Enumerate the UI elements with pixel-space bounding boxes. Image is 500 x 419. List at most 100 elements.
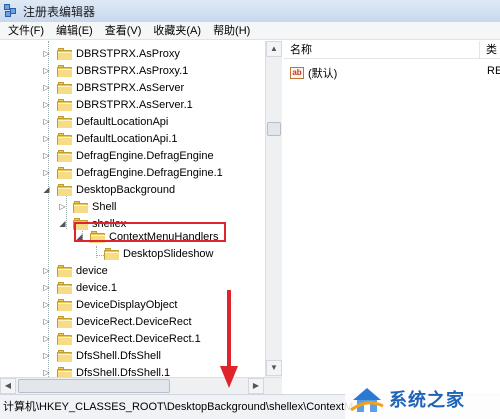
- menu-bar: 文件(F) 编辑(E) 查看(V) 收藏夹(A) 帮助(H): [0, 22, 500, 40]
- tree-item[interactable]: ▷ DBRSTPRX.AsProxy: [42, 45, 180, 62]
- tree-item-label: DefaultLocationApi: [76, 115, 169, 128]
- folder-icon: [57, 132, 72, 145]
- tree-item[interactable]: ▷ DefragEngine.DefragEngine.1: [42, 164, 223, 181]
- menu-file[interactable]: 文件(F): [2, 22, 50, 40]
- tree-item[interactable]: ▷ DBRSTPRX.AsServer: [42, 79, 184, 96]
- chevron-right-icon[interactable]: ▷: [42, 117, 51, 126]
- chevron-right-icon[interactable]: ▷: [42, 368, 51, 377]
- tree-item-label: DefragEngine.DefragEngine.1: [76, 166, 223, 179]
- tree-item-label: DBRSTPRX.AsProxy: [76, 47, 180, 60]
- tree-item-label: DesktopBackground: [76, 183, 176, 196]
- values-pane[interactable]: 名称 类 ab (默认) RE: [284, 41, 500, 394]
- value-row[interactable]: ab (默认): [290, 65, 337, 81]
- folder-icon: [57, 47, 72, 60]
- folder-icon: [73, 200, 88, 213]
- tree-item[interactable]: ◢ DesktopBackground: [42, 181, 175, 198]
- chevron-right-icon[interactable]: ▷: [42, 283, 51, 292]
- annotation-arrow-icon: [220, 290, 238, 388]
- column-header-type[interactable]: 类: [480, 41, 500, 59]
- menu-help[interactable]: 帮助(H): [207, 22, 256, 40]
- tree-item[interactable]: ▷ device: [42, 262, 108, 279]
- watermark-text: 系统之家: [389, 389, 465, 410]
- tree-item-label: DfsShell.DfsShell.1: [76, 366, 171, 378]
- tree-item-label: DeviceDisplayObject: [76, 298, 178, 311]
- watermark: 系统之家: [345, 378, 500, 419]
- window-title: 注册表编辑器: [23, 4, 96, 19]
- tree-vertical-scrollbar[interactable]: ▲ ▼: [265, 41, 282, 377]
- tree-item[interactable]: ▷ DefaultLocationApi: [42, 113, 168, 130]
- folder-icon: [57, 183, 72, 196]
- tree-item-label: device.1: [76, 281, 117, 294]
- tree-item[interactable]: ▷ DeviceRect.DeviceRect.1: [42, 330, 201, 347]
- highlight-box: [74, 222, 226, 242]
- chevron-right-icon[interactable]: ▷: [42, 300, 51, 309]
- folder-icon: [57, 115, 72, 128]
- menu-edit[interactable]: 编辑(E): [50, 22, 99, 40]
- status-path: 计算机\HKEY_CLASSES_ROOT\DesktopBackground\…: [3, 401, 354, 413]
- tree-horizontal-scrollbar[interactable]: ◀ ▶: [0, 377, 282, 394]
- folder-icon: [57, 166, 72, 179]
- chevron-right-icon[interactable]: ▷: [42, 168, 51, 177]
- chevron-down-icon[interactable]: ◢: [42, 185, 51, 194]
- chevron-right-icon[interactable]: ▷: [58, 202, 67, 211]
- tree-item-label: DeviceRect.DeviceRect: [76, 315, 192, 328]
- folder-icon: [57, 298, 72, 311]
- title-bar: 注册表编辑器: [0, 0, 500, 22]
- chevron-right-icon[interactable]: ▷: [42, 351, 51, 360]
- regedit-app-icon: [4, 4, 18, 18]
- tree-item-label: DeviceRect.DeviceRect.1: [76, 332, 201, 345]
- folder-icon: [57, 98, 72, 111]
- chevron-right-icon[interactable]: ▷: [42, 83, 51, 92]
- folder-icon: [57, 64, 72, 77]
- tree-item[interactable]: ▷ Shell: [58, 198, 116, 215]
- scroll-thumb[interactable]: [267, 122, 281, 136]
- column-header-name[interactable]: 名称: [284, 41, 480, 59]
- folder-icon: [57, 349, 72, 362]
- tree-item-label: DBRSTPRX.AsServer: [76, 81, 185, 94]
- tree-item-label: DefragEngine.DefragEngine: [76, 149, 214, 162]
- folder-icon: [57, 332, 72, 345]
- tree-item[interactable]: DesktopSlideshow: [104, 245, 214, 262]
- chevron-right-icon[interactable]: ▷: [42, 334, 51, 343]
- tree-item[interactable]: ▷ DeviceRect.DeviceRect: [42, 313, 192, 330]
- folder-icon: [57, 281, 72, 294]
- tree-item-label: DefaultLocationApi.1: [76, 132, 178, 145]
- tree-item[interactable]: ▷ DeviceDisplayObject: [42, 296, 177, 313]
- tree-item[interactable]: ▷ DBRSTPRX.AsServer.1: [42, 96, 193, 113]
- menu-view[interactable]: 查看(V): [99, 22, 148, 40]
- scroll-thumb[interactable]: [18, 379, 170, 393]
- tree-item-label: DBRSTPRX.AsServer.1: [76, 98, 193, 111]
- menu-favorites[interactable]: 收藏夹(A): [147, 22, 207, 40]
- tree-item[interactable]: ▷ DfsShell.DfsShell.1: [42, 364, 170, 377]
- tree-item-label: DesktopSlideshow: [123, 247, 214, 260]
- chevron-right-icon[interactable]: ▷: [42, 134, 51, 143]
- tree-item-label: Shell: [92, 200, 117, 213]
- folder-icon: [57, 81, 72, 94]
- tree-item-label: DBRSTPRX.AsProxy.1: [76, 64, 189, 77]
- registry-tree[interactable]: ▷ DBRSTPRX.AsProxy ▷ DBRSTPRX.AsProxy.1 …: [0, 41, 282, 377]
- chevron-right-icon[interactable]: ▷: [42, 151, 51, 160]
- scroll-down-icon[interactable]: ▼: [266, 360, 282, 376]
- tree-item[interactable]: ▷ DefaultLocationApi.1: [42, 130, 178, 147]
- tree-item[interactable]: ▷ DfsShell.DfsShell: [42, 347, 161, 364]
- chevron-right-icon[interactable]: ▷: [42, 100, 51, 109]
- chevron-right-icon[interactable]: ▷: [42, 266, 51, 275]
- scroll-left-icon[interactable]: ◀: [0, 378, 16, 394]
- folder-icon: [57, 366, 72, 377]
- folder-icon: [104, 247, 119, 260]
- tree-item[interactable]: ▷ DefragEngine.DefragEngine: [42, 147, 214, 164]
- scroll-right-icon[interactable]: ▶: [248, 378, 264, 394]
- chevron-right-icon[interactable]: ▷: [42, 49, 51, 58]
- chevron-right-icon[interactable]: ▷: [42, 317, 51, 326]
- tree-item[interactable]: ▷ DBRSTPRX.AsProxy.1: [42, 62, 188, 79]
- tree-item-label: DfsShell.DfsShell: [76, 349, 161, 362]
- value-name: (默认): [308, 68, 338, 80]
- house-logo-icon: [350, 387, 384, 412]
- tree-item-label: device: [76, 264, 108, 277]
- scroll-up-icon[interactable]: ▲: [266, 41, 282, 57]
- chevron-right-icon[interactable]: ▷: [42, 66, 51, 75]
- chevron-down-icon[interactable]: ◢: [58, 219, 67, 228]
- folder-icon: [57, 315, 72, 328]
- folder-icon: [57, 149, 72, 162]
- tree-item[interactable]: ▷ device.1: [42, 279, 117, 296]
